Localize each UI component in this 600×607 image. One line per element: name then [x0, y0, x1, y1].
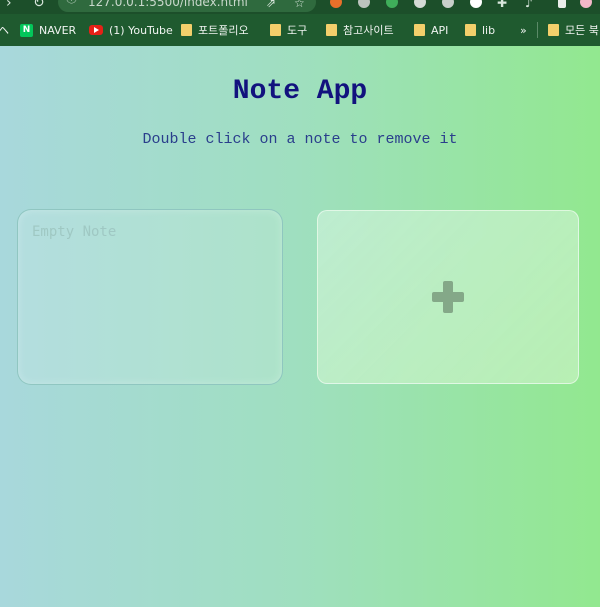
sidebar-icon[interactable]	[558, 0, 566, 8]
folder-icon	[326, 24, 337, 36]
extension-fox-icon[interactable]	[330, 0, 342, 8]
folder-icon	[181, 24, 192, 36]
bookmarks-overflow-button[interactable]: »	[520, 18, 527, 42]
folder-icon	[548, 24, 559, 36]
extension-ghost-icon[interactable]	[470, 0, 482, 8]
share-icon[interactable]: ⇗	[266, 0, 276, 12]
bookmark-folder-references[interactable]: 참고사이트	[326, 18, 394, 42]
address-bar-area: › ↻ ⓘ 127.0.0.1:5500/index.html ⇗ ☆ ✚ ♪	[0, 0, 600, 14]
url-text[interactable]: 127.0.0.1:5500/index.html	[88, 0, 248, 10]
bookmark-youtube[interactable]: (1) YouTube	[89, 18, 173, 42]
plus-icon	[432, 281, 464, 313]
extension-react-icon[interactable]	[414, 0, 426, 8]
page-subtitle: Double click on a note to remove it	[142, 131, 458, 148]
media-control-icon[interactable]: ♪	[525, 0, 533, 12]
reload-icon[interactable]: ↻	[33, 0, 45, 12]
folder-icon	[270, 24, 281, 36]
forward-icon[interactable]: ›	[6, 0, 12, 12]
extension-shield-icon[interactable]	[386, 0, 398, 8]
folder-icon	[465, 24, 476, 36]
bookmark-folder-portfolio[interactable]: 포트폴리오	[181, 18, 249, 42]
bookmark-folder-tools[interactable]: 도구	[270, 18, 307, 42]
extension-gear-icon[interactable]	[358, 0, 370, 8]
bookmark-star-icon[interactable]: ☆	[294, 0, 305, 12]
browser-chrome: › ↻ ⓘ 127.0.0.1:5500/index.html ⇗ ☆ ✚ ♪ …	[0, 0, 600, 46]
extension-target-icon[interactable]	[442, 0, 454, 8]
note-textarea[interactable]	[17, 209, 283, 385]
bookmarks-bar: ヘ N NAVER (1) YouTube 포트폴리오 도구 참고사이트 API	[0, 18, 600, 42]
folder-icon	[414, 24, 425, 36]
site-info-icon[interactable]: ⓘ	[66, 0, 77, 8]
bookmark-folder-all[interactable]: 모든 북	[548, 18, 599, 42]
bookmarks-divider	[537, 22, 538, 38]
naver-icon: N	[20, 23, 33, 37]
add-note-button[interactable]	[317, 210, 579, 384]
page-title: Note App	[232, 76, 368, 107]
bookmark-folder-api[interactable]: API	[414, 18, 448, 42]
bookmark-folder-lib[interactable]: lib	[465, 18, 495, 42]
chevron-right-icon: »	[520, 23, 527, 37]
bookmark-item[interactable]: ヘ	[0, 18, 9, 42]
extensions-puzzle-icon[interactable]: ✚	[497, 0, 507, 12]
profile-avatar[interactable]	[580, 0, 592, 8]
youtube-icon	[89, 25, 103, 35]
bookmark-naver[interactable]: N NAVER	[20, 18, 76, 42]
